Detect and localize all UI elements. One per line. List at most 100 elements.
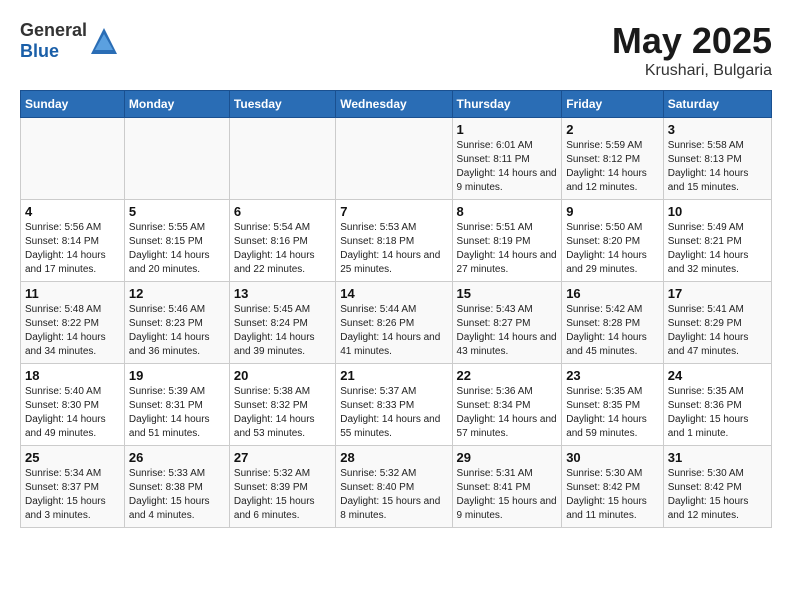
calendar-table: Sunday Monday Tuesday Wednesday Thursday… — [20, 90, 772, 528]
calendar-cell: 27Sunrise: 5:32 AM Sunset: 8:39 PM Dayli… — [229, 446, 335, 528]
day-number: 29 — [457, 450, 558, 465]
day-info: Sunrise: 5:56 AM Sunset: 8:14 PM Dayligh… — [25, 221, 120, 277]
day-info: Sunrise: 5:35 AM Sunset: 8:36 PM Dayligh… — [668, 385, 767, 441]
page-header: General Blue May 2025 Krushari, Bulgaria — [20, 20, 772, 80]
day-info: Sunrise: 5:43 AM Sunset: 8:27 PM Dayligh… — [457, 303, 558, 359]
logo-icon — [89, 26, 119, 56]
calendar-cell: 18 Sunrise: 5:40 AM Sunset: 8:30 PM Dayli… — [21, 364, 125, 446]
calendar-cell: 20Sunrise: 5:38 AM Sunset: 8:32 PM Dayli… — [229, 364, 335, 446]
header-thursday: Thursday — [452, 91, 562, 118]
header-saturday: Saturday — [663, 91, 771, 118]
calendar-cell: 13 Sunrise: 5:45 AM Sunset: 8:24 PM Dayli… — [229, 282, 335, 364]
calendar-cell: 10Sunrise: 5:49 AM Sunset: 8:21 PM Dayli… — [663, 200, 771, 282]
day-info: Sunrise: 5:37 AM Sunset: 8:33 PM Dayligh… — [340, 385, 447, 441]
calendar-title: May 2025 — [612, 20, 772, 62]
calendar-cell: 17 Sunrise: 5:41 AM Sunset: 8:29 PM Dayli… — [663, 282, 771, 364]
day-number: 17 — [668, 286, 767, 301]
day-number: 21 — [340, 368, 447, 383]
day-info: Sunrise: 5:53 AM Sunset: 8:18 PM Dayligh… — [340, 221, 447, 277]
calendar-cell — [124, 118, 229, 200]
day-number: 16 — [566, 286, 659, 301]
day-info: Sunrise: 5:41 AM Sunset: 8:29 PM Dayligh… — [668, 303, 767, 359]
day-number: 7 — [340, 204, 447, 219]
calendar-cell: 14 Sunrise: 5:44 AM Sunset: 8:26 PM Dayli… — [336, 282, 452, 364]
calendar-cell: 22Sunrise: 5:36 AM Sunset: 8:34 PM Dayli… — [452, 364, 562, 446]
calendar-header-row: Sunday Monday Tuesday Wednesday Thursday… — [21, 91, 772, 118]
day-number: 30 — [566, 450, 659, 465]
day-info: Sunrise: 5:34 AM Sunset: 8:37 PM Dayligh… — [25, 467, 120, 523]
calendar-cell: 12 Sunrise: 5:46 AM Sunset: 8:23 PM Dayli… — [124, 282, 229, 364]
calendar-cell: 15Sunrise: 5:43 AM Sunset: 8:27 PM Dayli… — [452, 282, 562, 364]
day-info: Sunrise: 5:58 AM Sunset: 8:13 PM Dayligh… — [668, 139, 767, 195]
day-number: 9 — [566, 204, 659, 219]
day-info: Sunrise: 5:54 AM Sunset: 8:16 PM Dayligh… — [234, 221, 331, 277]
day-number: 26 — [129, 450, 225, 465]
calendar-cell: 29 Sunrise: 5:31 AM Sunset: 8:41 PM Dayli… — [452, 446, 562, 528]
calendar-cell: 2Sunrise: 5:59 AM Sunset: 8:12 PM Daylig… — [562, 118, 664, 200]
day-info: Sunrise: 5:40 AM Sunset: 8:30 PM Dayligh… — [25, 385, 120, 441]
calendar-cell: 16Sunrise: 5:42 AM Sunset: 8:28 PM Dayli… — [562, 282, 664, 364]
day-info: Sunrise: 5:35 AM Sunset: 8:35 PM Dayligh… — [566, 385, 659, 441]
day-number: 12 — [129, 286, 225, 301]
day-info: Sunrise: 5:30 AM Sunset: 8:42 PM Dayligh… — [668, 467, 767, 523]
day-number: 14 — [340, 286, 447, 301]
calendar-cell: 21 Sunrise: 5:37 AM Sunset: 8:33 PM Dayli… — [336, 364, 452, 446]
logo-blue: Blue — [20, 41, 59, 61]
day-info: Sunrise: 5:51 AM Sunset: 8:19 PM Dayligh… — [457, 221, 558, 277]
day-info: Sunrise: 5:46 AM Sunset: 8:23 PM Dayligh… — [129, 303, 225, 359]
calendar-cell: 25Sunrise: 5:34 AM Sunset: 8:37 PM Dayli… — [21, 446, 125, 528]
day-info: Sunrise: 5:49 AM Sunset: 8:21 PM Dayligh… — [668, 221, 767, 277]
day-number: 13 — [234, 286, 331, 301]
day-info: Sunrise: 5:33 AM Sunset: 8:38 PM Dayligh… — [129, 467, 225, 523]
day-info: Sunrise: 5:32 AM Sunset: 8:40 PM Dayligh… — [340, 467, 447, 523]
header-wednesday: Wednesday — [336, 91, 452, 118]
calendar-cell — [336, 118, 452, 200]
day-number: 2 — [566, 122, 659, 137]
calendar-week-row: 25Sunrise: 5:34 AM Sunset: 8:37 PM Dayli… — [21, 446, 772, 528]
calendar-cell: 5 Sunrise: 5:55 AM Sunset: 8:15 PM Daylig… — [124, 200, 229, 282]
day-number: 22 — [457, 368, 558, 383]
day-number: 5 — [129, 204, 225, 219]
calendar-cell: 19 Sunrise: 5:39 AM Sunset: 8:31 PM Dayli… — [124, 364, 229, 446]
day-number: 19 — [129, 368, 225, 383]
day-number: 8 — [457, 204, 558, 219]
day-number: 31 — [668, 450, 767, 465]
day-number: 24 — [668, 368, 767, 383]
day-info: Sunrise: 5:30 AM Sunset: 8:42 PM Dayligh… — [566, 467, 659, 523]
calendar-cell: 28 Sunrise: 5:32 AM Sunset: 8:40 PM Dayli… — [336, 446, 452, 528]
calendar-cell: 4 Sunrise: 5:56 AM Sunset: 8:14 PM Daylig… — [21, 200, 125, 282]
day-number: 1 — [457, 122, 558, 137]
calendar-week-row: 11Sunrise: 5:48 AM Sunset: 8:22 PM Dayli… — [21, 282, 772, 364]
calendar-cell: 23Sunrise: 5:35 AM Sunset: 8:35 PM Dayli… — [562, 364, 664, 446]
day-number: 6 — [234, 204, 331, 219]
day-number: 28 — [340, 450, 447, 465]
calendar-cell: 8 Sunrise: 5:51 AM Sunset: 8:19 PM Daylig… — [452, 200, 562, 282]
day-info: Sunrise: 5:31 AM Sunset: 8:41 PM Dayligh… — [457, 467, 558, 523]
calendar-cell — [21, 118, 125, 200]
calendar-location: Krushari, Bulgaria — [612, 62, 772, 80]
logo-text: General Blue — [20, 20, 87, 62]
day-info: Sunrise: 5:44 AM Sunset: 8:26 PM Dayligh… — [340, 303, 447, 359]
calendar-cell: 9 Sunrise: 5:50 AM Sunset: 8:20 PM Daylig… — [562, 200, 664, 282]
calendar-cell: 26 Sunrise: 5:33 AM Sunset: 8:38 PM Dayli… — [124, 446, 229, 528]
day-info: Sunrise: 5:50 AM Sunset: 8:20 PM Dayligh… — [566, 221, 659, 277]
calendar-cell: 24 Sunrise: 5:35 AM Sunset: 8:36 PM Dayli… — [663, 364, 771, 446]
day-info: Sunrise: 5:32 AM Sunset: 8:39 PM Dayligh… — [234, 467, 331, 523]
day-info: Sunrise: 5:39 AM Sunset: 8:31 PM Dayligh… — [129, 385, 225, 441]
day-number: 20 — [234, 368, 331, 383]
day-info: Sunrise: 5:45 AM Sunset: 8:24 PM Dayligh… — [234, 303, 331, 359]
day-number: 4 — [25, 204, 120, 219]
calendar-cell: 7 Sunrise: 5:53 AM Sunset: 8:18 PM Daylig… — [336, 200, 452, 282]
calendar-week-row: 1 Sunrise: 6:01 AM Sunset: 8:11 PM Daylig… — [21, 118, 772, 200]
header-tuesday: Tuesday — [229, 91, 335, 118]
calendar-cell: 31 Sunrise: 5:30 AM Sunset: 8:42 PM Dayli… — [663, 446, 771, 528]
day-number: 18 — [25, 368, 120, 383]
day-info: Sunrise: 6:01 AM Sunset: 8:11 PM Dayligh… — [457, 139, 558, 195]
calendar-week-row: 4 Sunrise: 5:56 AM Sunset: 8:14 PM Daylig… — [21, 200, 772, 282]
title-block: May 2025 Krushari, Bulgaria — [612, 20, 772, 80]
calendar-cell: 1 Sunrise: 6:01 AM Sunset: 8:11 PM Daylig… — [452, 118, 562, 200]
day-number: 3 — [668, 122, 767, 137]
day-info: Sunrise: 5:55 AM Sunset: 8:15 PM Dayligh… — [129, 221, 225, 277]
calendar-cell — [229, 118, 335, 200]
day-number: 11 — [25, 286, 120, 301]
